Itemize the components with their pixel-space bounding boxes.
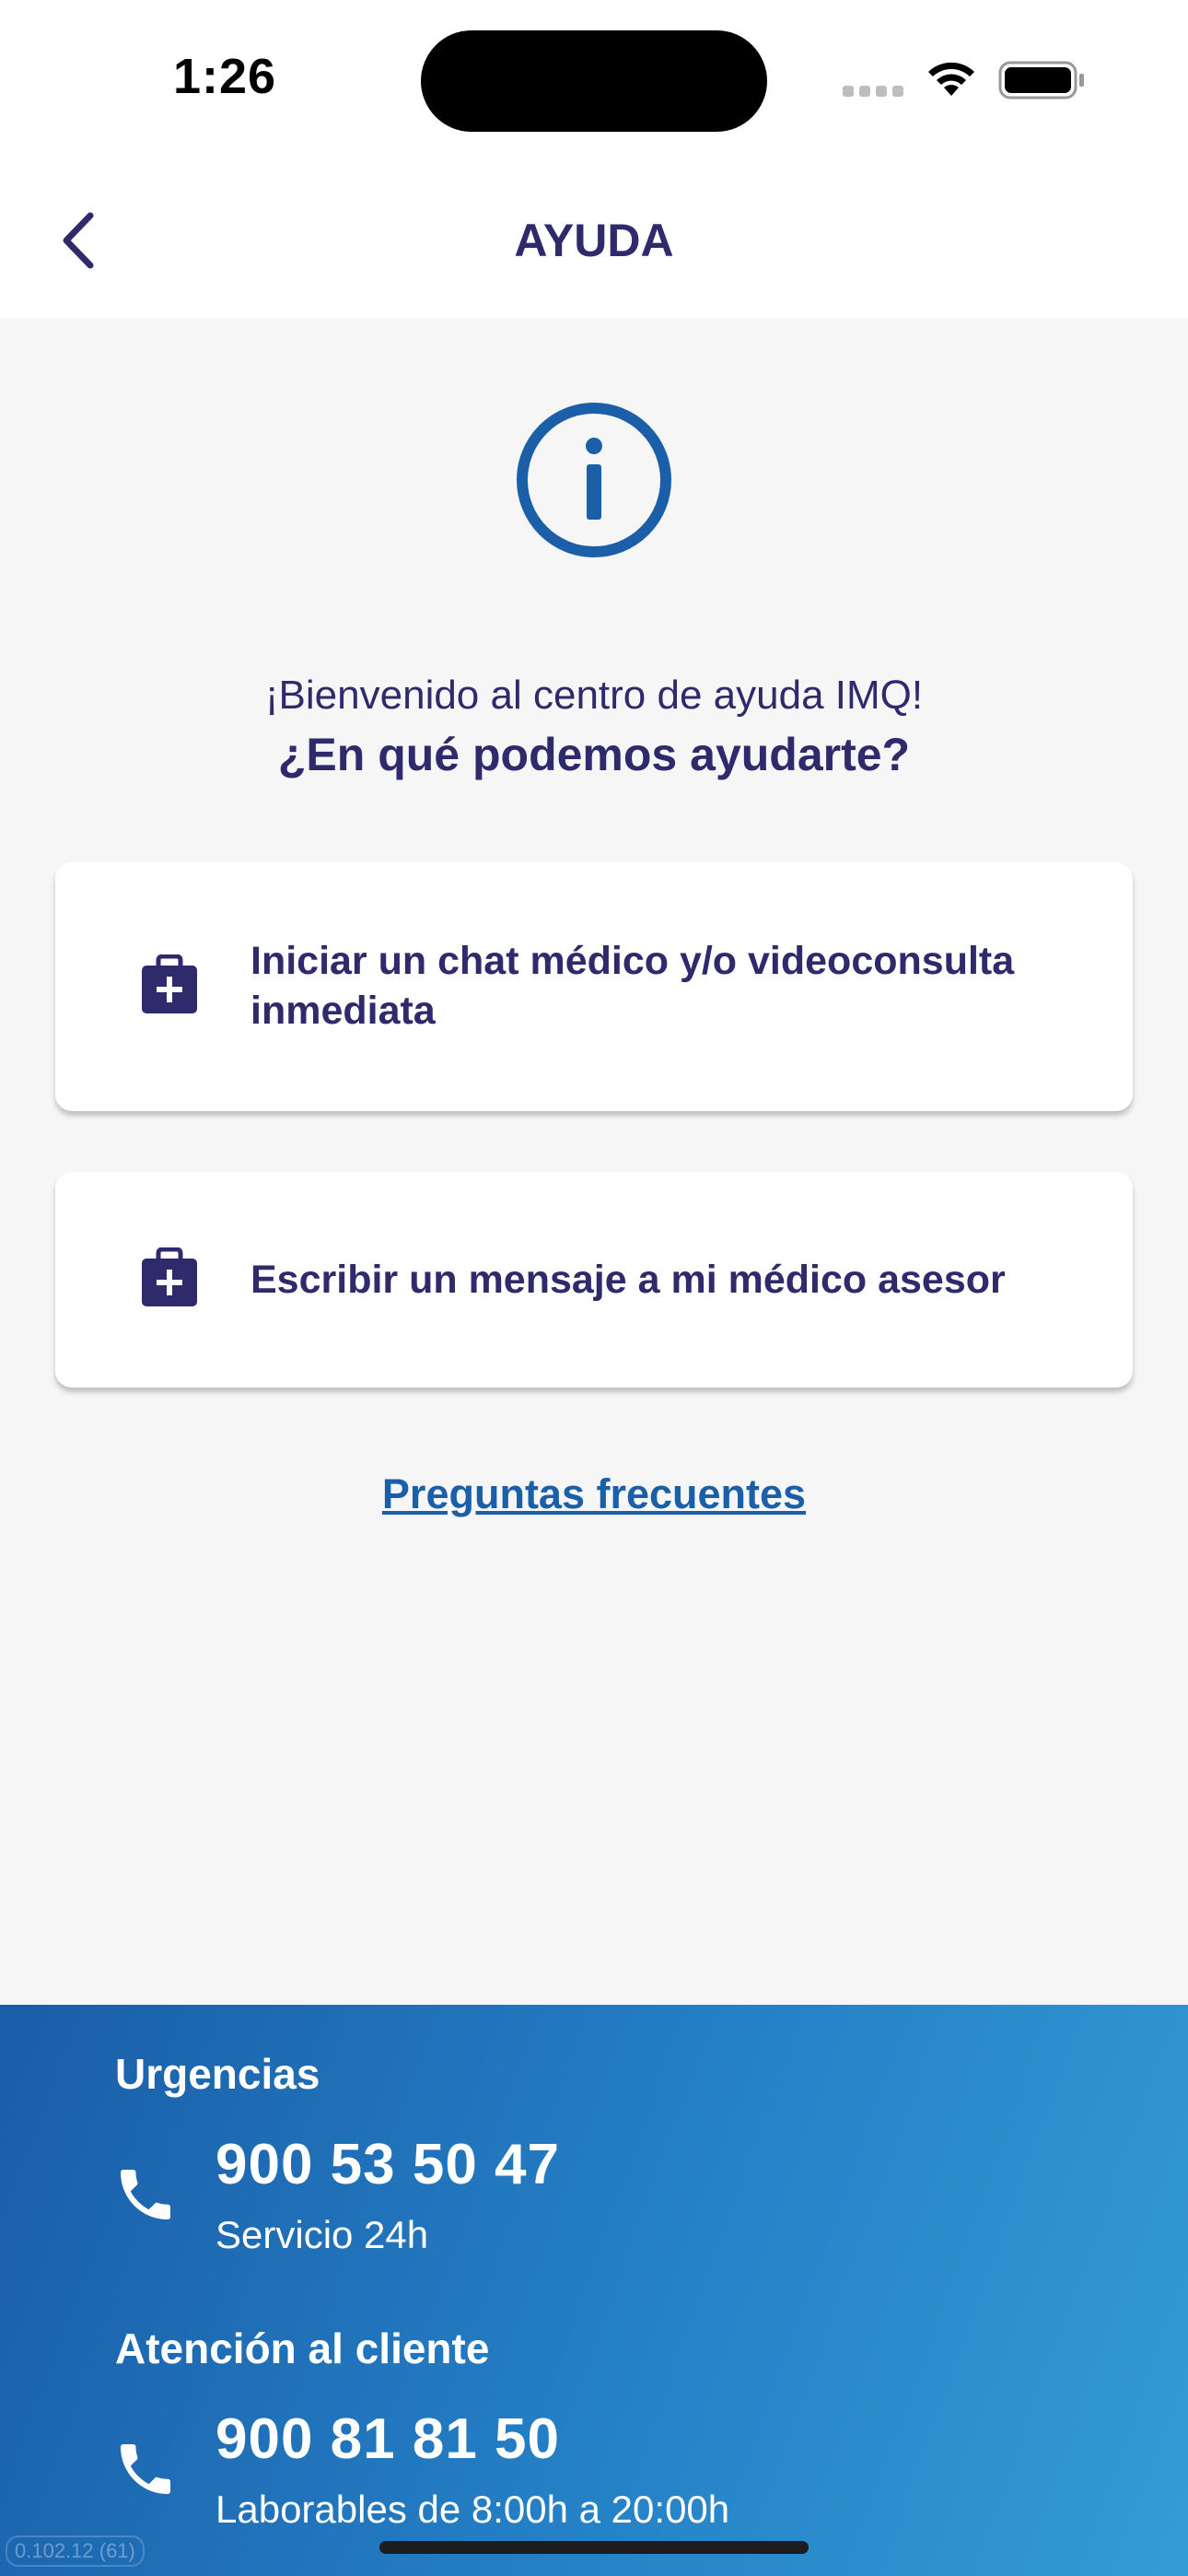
customer-service-phone-number[interactable]: 900 81 81 50 xyxy=(215,2406,560,2472)
emergency-hours: Servicio 24h xyxy=(215,2213,429,2256)
phone-icon[interactable] xyxy=(112,2436,179,2502)
phone-icon[interactable] xyxy=(112,2161,179,2228)
dynamic-island xyxy=(421,30,767,132)
app-version: 0.102.12 (61) xyxy=(6,2535,145,2567)
option-label: Iniciar un chat médico y/o videoconsulta… xyxy=(250,939,1015,1033)
signal-dots-icon xyxy=(843,85,909,101)
page-title: AYUDA xyxy=(514,215,674,266)
info-circle-icon xyxy=(517,403,671,557)
medical-briefcase-icon xyxy=(142,954,197,1013)
medical-briefcase-icon xyxy=(142,1247,197,1306)
home-indicator[interactable] xyxy=(379,2541,809,2554)
emergency-phone-number[interactable]: 900 53 50 47 xyxy=(215,2132,560,2197)
battery-icon xyxy=(998,61,1084,100)
contact-footer: Urgencias 900 53 50 47 Servicio 24h Aten… xyxy=(0,2005,1188,2576)
option-label: Escribir un mensaje a mi médico asesor xyxy=(250,1258,1006,1302)
start-medical-chat-button[interactable]: Iniciar un chat médico y/o videoconsulta… xyxy=(55,862,1133,1111)
wifi-icon xyxy=(928,62,974,96)
faq-container: Preguntas frecuentes xyxy=(0,1470,1188,1518)
customer-service-label: Atención al cliente xyxy=(115,2324,490,2372)
faq-link[interactable]: Preguntas frecuentes xyxy=(382,1470,806,1517)
status-time: 1:26 xyxy=(173,49,277,104)
help-question: ¿En qué podemos ayudarte? xyxy=(277,729,911,780)
message-medical-advisor-button[interactable]: Escribir un mensaje a mi médico asesor xyxy=(55,1172,1133,1388)
nav-header: AYUDA xyxy=(0,157,1188,318)
status-bar: 1:26 xyxy=(0,0,1188,157)
welcome-text: ¡Bienvenido al centro de ayuda IMQ! xyxy=(264,673,924,718)
customer-service-hours: Laborables de 8:00h a 20:00h xyxy=(215,2488,730,2531)
emergency-label: Urgencias xyxy=(115,2050,320,2098)
